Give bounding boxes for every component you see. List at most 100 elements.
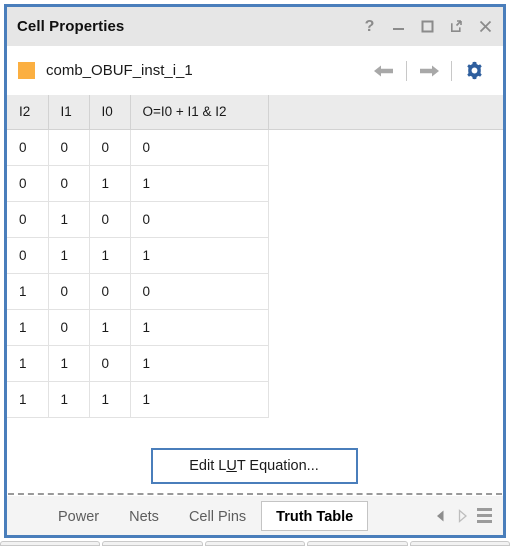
- cell-i2: 1: [7, 345, 49, 382]
- table-row[interactable]: 0 0 1 1: [7, 165, 503, 202]
- table-row[interactable]: 0 1 1 1: [7, 237, 503, 274]
- screen: Cell Properties ? comb_OBUF_inst_i_1 I2 …: [0, 0, 510, 546]
- column-header-i2[interactable]: I2: [7, 95, 49, 130]
- table-row[interactable]: 0 0 0 0: [7, 129, 503, 166]
- cell-i0: 0: [89, 345, 131, 382]
- cell-i1: 1: [48, 201, 90, 238]
- cell-i2: 1: [7, 273, 49, 310]
- cell-i2: 1: [7, 309, 49, 346]
- column-header-filler: [268, 95, 503, 130]
- tab-menu-icon[interactable]: [473, 505, 495, 527]
- help-glyph: ?: [364, 17, 375, 35]
- host-tab[interactable]: [409, 541, 510, 546]
- host-tab[interactable]: [0, 541, 101, 546]
- cell-filler: [268, 273, 503, 309]
- help-icon[interactable]: ?: [361, 18, 378, 35]
- cell-i0: 1: [89, 309, 131, 346]
- cell-i1: 0: [48, 165, 90, 202]
- tab-strip: Power Nets Cell Pins Truth Table: [7, 496, 503, 535]
- cell-i1: 1: [48, 345, 90, 382]
- cell-output: 1: [130, 309, 269, 346]
- action-row: Edit LUT Equation...: [7, 438, 503, 493]
- edit-lut-label-prefix: Edit L: [189, 457, 227, 474]
- host-tab[interactable]: [204, 541, 306, 546]
- minimize-icon[interactable]: [390, 18, 407, 35]
- cell-i0: 1: [89, 237, 131, 274]
- cell-filler: [268, 237, 503, 273]
- cell-i1: 0: [48, 129, 90, 166]
- hamburger-bar: [476, 520, 492, 523]
- table-row[interactable]: 1 1 1 1: [7, 381, 503, 418]
- tab-cell-pins[interactable]: Cell Pins: [174, 501, 261, 531]
- truth-table-panel[interactable]: I2 I1 I0 O=I0 + I1 & I2 0 0 0 0 0 0 1 1 …: [7, 95, 503, 438]
- cell-output: 0: [130, 129, 269, 166]
- cell-i1: 1: [48, 237, 90, 274]
- tab-power[interactable]: Power: [43, 501, 114, 531]
- toolbar-separator-1: [406, 60, 407, 81]
- cell-filler: [268, 345, 503, 381]
- tab-truth-table[interactable]: Truth Table: [261, 500, 369, 531]
- forward-arrow-icon[interactable]: [413, 57, 445, 85]
- cell-output: 0: [130, 273, 269, 310]
- cell-color-swatch-icon: [18, 62, 35, 79]
- table-row[interactable]: 1 1 0 1: [7, 345, 503, 382]
- cell-output: 1: [130, 381, 269, 418]
- host-window-tabstrip: [0, 541, 510, 546]
- cell-properties-window: Cell Properties ? comb_OBUF_inst_i_1 I2 …: [4, 4, 506, 538]
- cell-filler: [268, 165, 503, 201]
- window-title: Cell Properties: [17, 18, 125, 35]
- float-icon[interactable]: [448, 18, 465, 35]
- tab-nets[interactable]: Nets: [114, 501, 174, 531]
- cell-i0: 0: [89, 273, 131, 310]
- cell-i0: 1: [89, 165, 131, 202]
- truth-table-header-row: I2 I1 I0 O=I0 + I1 & I2: [7, 95, 503, 130]
- cell-i2: 0: [7, 201, 49, 238]
- cell-output: 0: [130, 201, 269, 238]
- window-controls: ?: [361, 18, 494, 35]
- edit-lut-equation-button[interactable]: Edit LUT Equation...: [150, 447, 358, 484]
- cell-i2: 0: [7, 237, 49, 274]
- column-header-i1[interactable]: I1: [48, 95, 90, 130]
- object-identity: comb_OBUF_inst_i_1: [18, 62, 368, 79]
- cell-i1: 0: [48, 309, 90, 346]
- cell-filler: [268, 201, 503, 237]
- hamburger-bar: [476, 514, 492, 517]
- column-header-output[interactable]: O=I0 + I1 & I2: [130, 95, 269, 130]
- truth-table: I2 I1 I0 O=I0 + I1 & I2 0 0 0 0 0 0 1 1 …: [7, 95, 503, 418]
- window-titlebar: Cell Properties ?: [7, 7, 503, 46]
- cell-i0: 1: [89, 381, 131, 418]
- table-row[interactable]: 1 0 0 0: [7, 273, 503, 310]
- maximize-icon[interactable]: [419, 18, 436, 35]
- object-toolbar: comb_OBUF_inst_i_1: [7, 46, 503, 95]
- gear-icon[interactable]: [458, 57, 490, 85]
- table-row[interactable]: 1 0 1 1: [7, 309, 503, 346]
- table-row[interactable]: 0 1 0 0: [7, 201, 503, 238]
- hamburger-bar: [476, 508, 492, 511]
- host-tab[interactable]: [307, 541, 408, 546]
- cell-output: 1: [130, 165, 269, 202]
- cell-name-label: comb_OBUF_inst_i_1: [46, 62, 193, 79]
- cell-i1: 0: [48, 273, 90, 310]
- cell-i2: 0: [7, 129, 49, 166]
- cell-output: 1: [130, 237, 269, 274]
- cell-i2: 1: [7, 381, 49, 418]
- close-icon[interactable]: [477, 18, 494, 35]
- cell-filler: [268, 309, 503, 345]
- truth-table-header: I2 I1 I0 O=I0 + I1 & I2: [7, 95, 503, 130]
- host-tab[interactable]: [102, 541, 203, 546]
- edit-lut-label-mnemonic: U: [226, 457, 237, 474]
- cell-i0: 0: [89, 129, 131, 166]
- cell-filler: [268, 129, 503, 165]
- truth-table-body: 0 0 0 0 0 0 1 1 0 1 0 0 0 1 1 1 1 0 0 0 …: [7, 129, 503, 418]
- cell-output: 1: [130, 345, 269, 382]
- cell-i1: 1: [48, 381, 90, 418]
- toolbar-actions: [368, 57, 490, 85]
- cell-i0: 0: [89, 201, 131, 238]
- toolbar-separator-2: [451, 60, 452, 81]
- back-arrow-icon[interactable]: [368, 57, 400, 85]
- cell-i2: 0: [7, 165, 49, 202]
- tab-scroll-left-icon[interactable]: [429, 505, 451, 527]
- edit-lut-label-suffix: T Equation...: [236, 457, 319, 474]
- column-header-i0[interactable]: I0: [89, 95, 131, 130]
- tab-scroll-right-icon[interactable]: [451, 505, 473, 527]
